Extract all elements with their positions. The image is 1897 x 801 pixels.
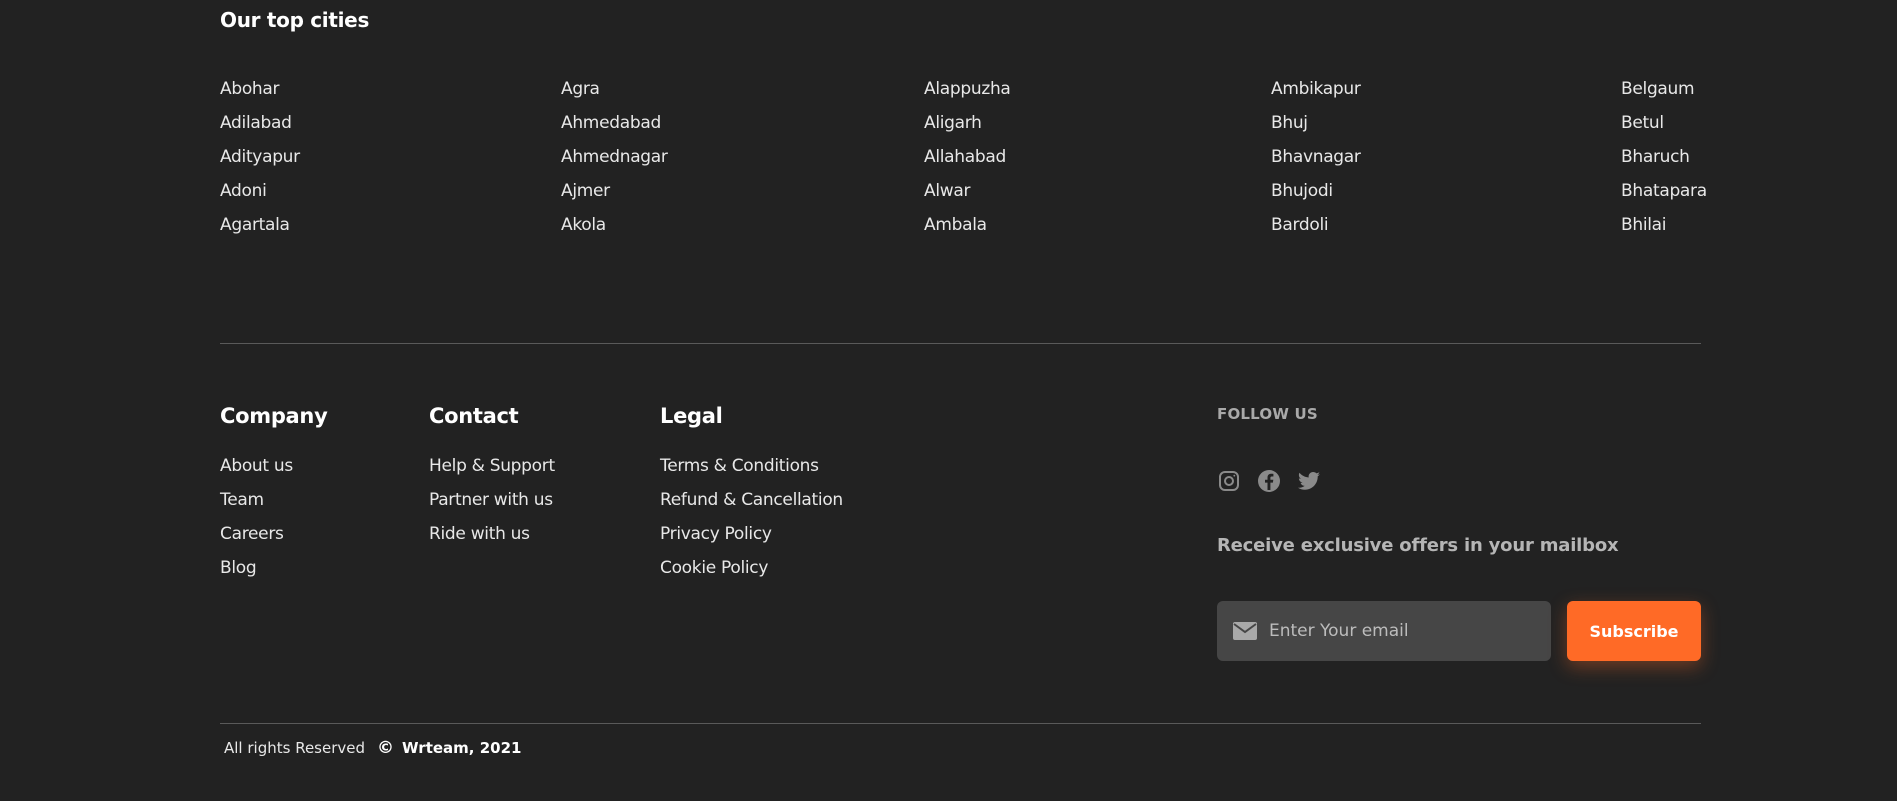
footer-link-terms[interactable]: Terms & Conditions <box>660 449 843 483</box>
twitter-icon[interactable] <box>1297 469 1321 493</box>
copyright-icon: © <box>377 738 395 758</box>
city-link[interactable]: Adilabad <box>220 106 300 140</box>
footer-link-team[interactable]: Team <box>220 483 327 517</box>
city-link[interactable]: Bhujodi <box>1271 174 1361 208</box>
social-icons <box>1217 469 1321 493</box>
bottom-divider <box>220 723 1701 724</box>
email-input[interactable] <box>1267 620 1531 642</box>
city-link[interactable]: Agra <box>561 72 668 106</box>
city-link[interactable]: Ahmednagar <box>561 140 668 174</box>
city-link[interactable]: Bardoli <box>1271 208 1361 242</box>
city-link[interactable]: Bhatapara <box>1621 174 1707 208</box>
contact-column: Contact Help & Support Partner with us R… <box>429 404 555 551</box>
footer-link-help-support[interactable]: Help & Support <box>429 449 555 483</box>
footer-link-about-us[interactable]: About us <box>220 449 327 483</box>
footer-link-blog[interactable]: Blog <box>220 551 327 585</box>
footer-link-careers[interactable]: Careers <box>220 517 327 551</box>
city-link[interactable]: Agartala <box>220 208 300 242</box>
newsletter-text: Receive exclusive offers in your mailbox <box>1217 535 1619 556</box>
footer-link-partner[interactable]: Partner with us <box>429 483 555 517</box>
copyright-bar: All rights Reserved © Wrteam, 2021 <box>224 738 521 758</box>
footer-link-ride[interactable]: Ride with us <box>429 517 555 551</box>
city-link[interactable]: Bhavnagar <box>1271 140 1361 174</box>
company-heading: Company <box>220 404 328 428</box>
city-link[interactable]: Belgaum <box>1621 72 1707 106</box>
facebook-icon[interactable] <box>1257 469 1281 493</box>
city-link[interactable]: Adityapur <box>220 140 300 174</box>
city-column-1: Abohar Adilabad Adityapur Adoni Agartala <box>220 72 300 242</box>
company-column: Company About us Team Careers Blog <box>220 404 328 585</box>
city-link[interactable]: Alwar <box>924 174 1011 208</box>
footer-link-privacy[interactable]: Privacy Policy <box>660 517 843 551</box>
envelope-icon <box>1233 622 1257 640</box>
legal-column: Legal Terms & Conditions Refund & Cancel… <box>660 404 843 585</box>
copyright-brand: Wrteam, 2021 <box>402 739 522 757</box>
city-link[interactable]: Adoni <box>220 174 300 208</box>
city-link[interactable]: Ahmedabad <box>561 106 668 140</box>
city-link[interactable]: Ajmer <box>561 174 668 208</box>
city-link[interactable]: Akola <box>561 208 668 242</box>
city-column-5: Belgaum Betul Bharuch Bhatapara Bhilai <box>1621 72 1707 242</box>
city-link[interactable]: Abohar <box>220 72 300 106</box>
city-column-4: Ambikapur Bhuj Bhavnagar Bhujodi Bardoli <box>1271 72 1361 242</box>
footer-link-refund[interactable]: Refund & Cancellation <box>660 483 843 517</box>
city-link[interactable]: Bhilai <box>1621 208 1707 242</box>
city-link[interactable]: Alappuzha <box>924 72 1011 106</box>
city-link[interactable]: Betul <box>1621 106 1707 140</box>
top-cities-title: Our top cities <box>220 8 370 32</box>
city-link[interactable]: Allahabad <box>924 140 1011 174</box>
footer-link-cookie[interactable]: Cookie Policy <box>660 551 843 585</box>
subscribe-button[interactable]: Subscribe <box>1567 601 1701 661</box>
follow-us-section: FOLLOW US Receive exclusive offers in yo… <box>1217 405 1701 661</box>
city-link[interactable]: Bharuch <box>1621 140 1707 174</box>
city-column-2: Agra Ahmedabad Ahmednagar Ajmer Akola <box>561 72 668 242</box>
city-link[interactable]: Ambikapur <box>1271 72 1361 106</box>
follow-us-label: FOLLOW US <box>1217 405 1318 423</box>
contact-heading: Contact <box>429 404 519 428</box>
copyright-text: All rights Reserved <box>224 739 366 757</box>
city-link[interactable]: Aligarh <box>924 106 1011 140</box>
legal-heading: Legal <box>660 404 723 428</box>
city-column-3: Alappuzha Aligarh Allahabad Alwar Ambala <box>924 72 1011 242</box>
section-divider <box>220 343 1701 344</box>
city-link[interactable]: Ambala <box>924 208 1011 242</box>
city-link[interactable]: Bhuj <box>1271 106 1361 140</box>
email-field-wrapper[interactable] <box>1217 601 1551 661</box>
instagram-icon[interactable] <box>1217 469 1241 493</box>
